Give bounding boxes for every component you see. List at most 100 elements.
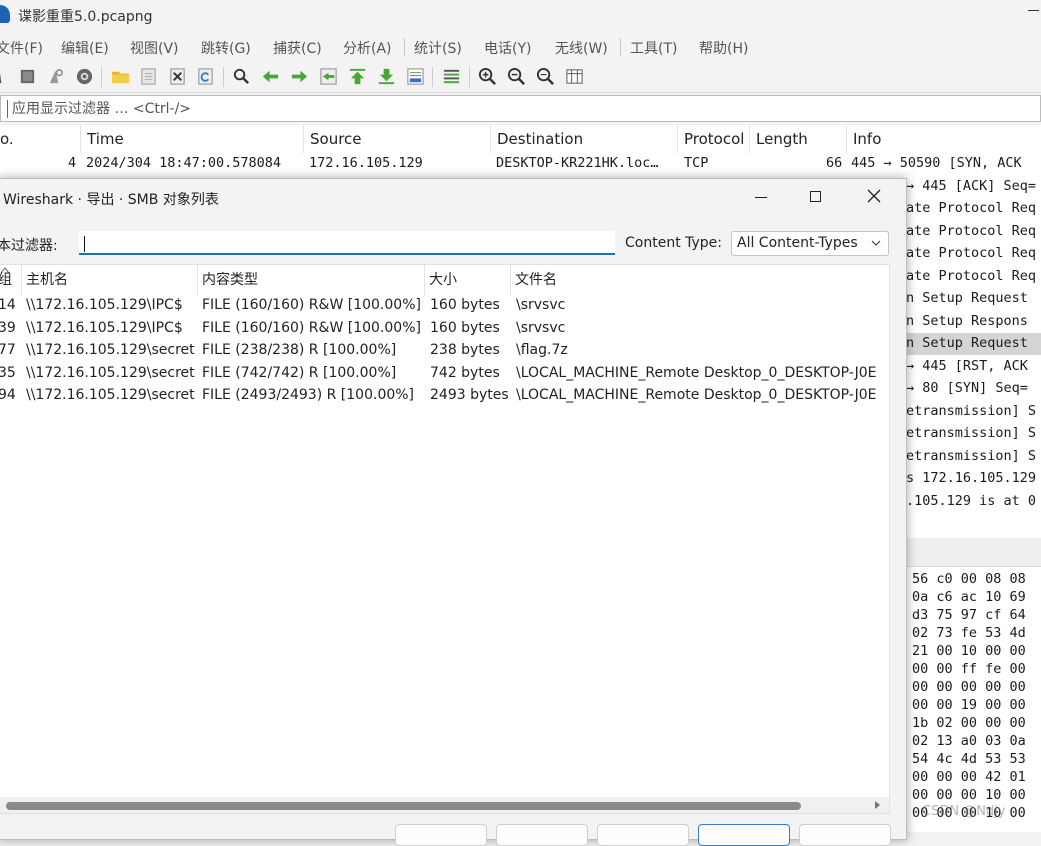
cell-content-type: FILE (2493/2493) R [100.00%] [202,387,415,403]
column-hostname[interactable]: 主机名 [22,265,198,295]
packet-row[interactable]: ate Protocol Req [905,221,1041,243]
column-info[interactable]: Info [847,125,1041,153]
dialog-button[interactable] [496,824,588,846]
cell-size: 160 bytes [430,297,500,313]
menu-file[interactable]: 文件(F) [0,38,43,58]
column-content-type[interactable]: 内容类型 [198,265,425,295]
colorize-icon[interactable] [442,67,461,86]
packet-row[interactable]: → 445 [RST, ACK [905,356,1041,378]
go-last-icon[interactable] [377,67,396,86]
menu-tools[interactable]: 工具(T) [630,38,677,58]
resize-columns-icon[interactable] [565,67,584,86]
menu-separator [404,38,405,56]
dialog-titlebar[interactable]: Wireshark · 导出 · SMB 对象列表 [0,179,906,217]
column-length[interactable]: Length [750,125,847,153]
table-row[interactable]: 77 \\172.16.105.129\secret FILE (238/238… [0,340,889,362]
column-time[interactable]: Time [81,125,304,153]
column-no[interactable]: o. [0,125,81,153]
hex-line: 02 13 a0 03 0a [912,733,1026,749]
table-row[interactable]: 39 \\172.16.105.129\IPC$ FILE (160/160) … [0,318,889,340]
hex-dump-pane: 56 c0 00 08 08 0a c6 ac 10 69 d3 75 97 c… [905,566,1041,832]
display-filter-input[interactable] [12,98,1032,120]
packet-row[interactable]: .105.129 is at 0 [905,491,1041,513]
column-source[interactable]: Source [304,125,491,153]
menu-go[interactable]: 跳转(G) [201,38,251,58]
stop-capture-icon[interactable] [18,67,37,86]
shark-fin-start-icon[interactable] [0,67,9,86]
wireshark-logo-icon [0,5,10,23]
hex-line: 54 4c 4d 53 53 [912,751,1026,767]
chevron-down-icon [871,240,881,246]
packet-row[interactable]: → 445 [ACK] Seq= [905,176,1041,198]
restart-capture-icon[interactable] [46,67,65,86]
content-type-select[interactable]: All Content-Types [731,231,889,256]
open-file-icon[interactable] [111,67,130,86]
table-row[interactable]: 14 \\172.16.105.129\IPC$ FILE (160/160) … [0,295,889,317]
zoom-in-icon[interactable] [478,67,497,86]
packet-list-scrollbar[interactable] [905,538,1041,566]
hex-line: 21 00 10 00 00 [912,643,1026,659]
packet-row[interactable]: ate Protocol Req [905,198,1041,220]
packet-length: 66 [826,155,843,171]
reload-icon[interactable] [196,67,215,86]
horizontal-scrollbar[interactable] [0,797,889,813]
packet-row[interactable]: → 80 [SYN] Seq= [905,378,1041,400]
packet-row-selected[interactable]: n Setup Request [905,333,1041,355]
find-packet-icon[interactable] [232,67,251,86]
maximize-icon[interactable] [810,191,821,202]
go-back-icon[interactable] [261,67,280,86]
close-file-icon[interactable] [168,67,187,86]
dialog-button[interactable] [799,824,891,846]
main-toolbar [0,62,1041,93]
column-protocol[interactable]: Protocol [678,125,750,153]
menu-telephony[interactable]: 电话(Y) [484,38,531,58]
packet-row[interactable]: ate Protocol Req [905,243,1041,265]
dialog-primary-button[interactable] [698,824,790,846]
cell-filename: \LOCAL_MACHINE_Remote Desktop_0_DESKTOP-… [516,365,877,381]
dialog-button[interactable] [395,824,487,846]
column-filename[interactable]: 文件名 [511,265,889,295]
packet-row[interactable]: etransmission] S [905,423,1041,445]
go-first-icon[interactable] [348,67,367,86]
minimize-icon[interactable] [753,189,769,205]
menu-view[interactable]: 视图(V) [130,38,179,58]
minimize-icon[interactable] [1028,2,1040,14]
packet-row[interactable]: n Setup Respons [905,311,1041,333]
menu-statistics[interactable]: 统计(S) [414,38,462,58]
cell-size: 2493 bytes [430,387,509,403]
scroll-right-arrow-icon[interactable] [872,800,882,810]
toolbar-separator [101,67,102,87]
scrollbar-thumb[interactable] [6,802,801,810]
capture-options-icon[interactable] [75,67,94,86]
table-row[interactable]: 94 \\172.16.105.129\secret FILE (2493/24… [0,385,889,407]
save-file-icon[interactable] [139,67,158,86]
dialog-button[interactable] [597,824,689,846]
filter-bookmark-edge [7,100,8,118]
content-type-label: Content Type: [625,235,723,251]
cell-hostname: \\172.16.105.129\secret [26,342,195,358]
autoscroll-icon[interactable] [406,67,425,86]
close-icon[interactable] [865,187,883,205]
text-filter-input[interactable] [79,231,615,255]
column-group[interactable]: 组 [0,265,22,295]
go-forward-icon[interactable] [290,67,309,86]
menu-capture[interactable]: 捕获(C) [273,38,322,58]
packet-row[interactable]: s 172.16.105.129 [905,468,1041,490]
packet-row[interactable]: etransmission] S [905,401,1041,423]
packet-row[interactable]: etransmission] S [905,446,1041,468]
cell-group: 94 [0,387,16,403]
menu-analyze[interactable]: 分析(A) [343,38,392,58]
menu-help[interactable]: 帮助(H) [699,38,748,58]
packet-info: etransmission] S [906,448,1037,464]
packet-row[interactable]: ate Protocol Req [905,266,1041,288]
column-destination[interactable]: Destination [491,125,678,153]
table-row[interactable]: 35 \\172.16.105.129\secret FILE (742/742… [0,363,889,385]
menu-wireless[interactable]: 无线(W) [555,38,608,58]
zoom-normal-icon[interactable] [536,67,555,86]
menu-edit[interactable]: 编辑(E) [61,38,109,58]
column-size[interactable]: 大小 [425,265,511,295]
packet-row[interactable]: 4 2024/304 18:47:00.578084 172.16.105.12… [0,153,1041,175]
go-to-packet-icon[interactable] [319,67,338,86]
packet-row[interactable]: n Setup Request [905,288,1041,310]
zoom-out-icon[interactable] [507,67,526,86]
